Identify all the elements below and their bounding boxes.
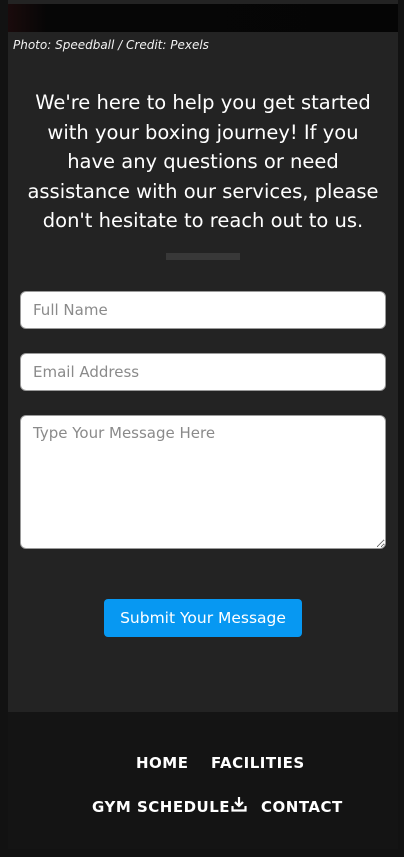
footer-nav-facilities-label: FACILITIES: [211, 754, 305, 772]
footer-nav-gym-schedule-label: GYM SCHEDULE: [92, 798, 231, 816]
footer-nav-contact[interactable]: CONTACT: [261, 798, 343, 816]
photo-credit: Photo: Speedball / Credit: Pexels: [13, 38, 209, 52]
page-container: Photo: Speedball / Credit: Pexels We're …: [8, 0, 398, 849]
section-divider: [166, 253, 240, 260]
footer-nav-home[interactable]: HOME: [136, 754, 188, 772]
full-name-input[interactable]: [20, 291, 386, 329]
hero-photo: [8, 4, 398, 32]
footer-nav-facilities[interactable]: FACILITIES: [211, 754, 305, 772]
download-icon: [231, 797, 247, 812]
footer: HOME FACILITIES GYM SCHEDULE CONTACT: [8, 712, 398, 849]
footer-nav-gym-schedule[interactable]: GYM SCHEDULE: [92, 797, 247, 816]
footer-nav-contact-label: CONTACT: [261, 798, 343, 816]
footer-nav-home-label: HOME: [136, 754, 189, 772]
submit-message-button[interactable]: Submit Your Message: [104, 599, 302, 637]
message-textarea[interactable]: [20, 415, 386, 549]
intro-text: We're here to help you get started with …: [27, 91, 379, 232]
email-input[interactable]: [20, 353, 386, 391]
